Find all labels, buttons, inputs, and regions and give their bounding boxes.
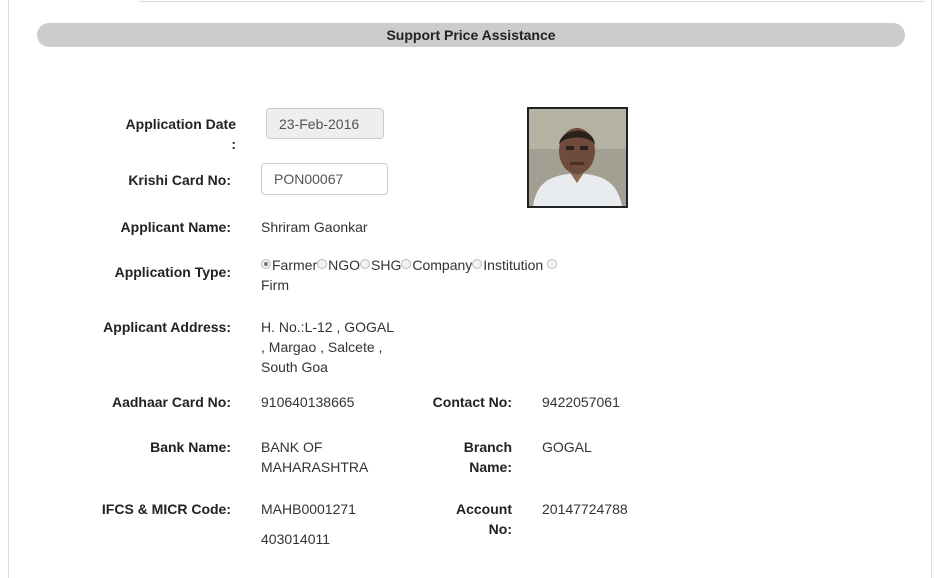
radio-button-icon[interactable] (472, 259, 483, 269)
aadhaar-label: Aadhaar Card No: (111, 394, 231, 410)
ifsc-micr-label: IFCS & MICR Code: (101, 501, 231, 517)
application-type-radio-group: Farmer NGO SHG Company Institution Firm (261, 255, 601, 295)
radio-option-institution[interactable]: Institution (472, 257, 558, 273)
application-type-label: Application Type: (114, 264, 231, 280)
applicant-name-label: Applicant Name: (120, 219, 231, 235)
radio-option-ngo[interactable]: NGO (317, 257, 360, 273)
account-no-label: Account No: (456, 501, 512, 537)
account-no-value: 20147724788 (542, 501, 628, 517)
bank-name-label: Bank Name: (150, 439, 231, 455)
application-date-label: Application Date : (125, 116, 236, 152)
applicant-name-value: Shriram Gaonkar (261, 219, 368, 235)
applicant-address-label: Applicant Address: (103, 319, 231, 335)
radio-button-icon[interactable] (317, 259, 328, 269)
applicant-address-value: H. No.:L-12 , GOGAL , Margao , Salcete ,… (261, 319, 395, 375)
radio-button-icon[interactable] (360, 259, 371, 269)
radio-option-shg[interactable]: SHG (360, 257, 401, 273)
contact-value: 9422057061 (542, 394, 620, 410)
branch-name-label: Branch Name: (463, 439, 512, 475)
applicant-photo (527, 107, 628, 208)
section-title: Support Price Assistance (386, 27, 556, 43)
krishi-card-field[interactable]: PON00067 (261, 163, 388, 195)
radio-button-icon[interactable] (261, 259, 271, 269)
radio-option-firm[interactable]: Firm (261, 277, 289, 293)
ifsc-value: MAHB0001271 (261, 501, 356, 517)
application-date-field[interactable]: 23-Feb-2016 (266, 108, 384, 139)
krishi-card-label: Krishi Card No: (128, 172, 231, 188)
applicant-photo-image (529, 109, 626, 206)
bank-name-value: BANK OF MAHARASHTRA (261, 439, 369, 475)
branch-name-value: GOGAL (542, 439, 592, 455)
section-header: Support Price Assistance (37, 23, 905, 47)
aadhaar-value: 910640138665 (261, 394, 355, 410)
radio-option-company[interactable]: Company (401, 257, 472, 273)
micr-value: 403014011 (261, 531, 331, 547)
radio-option-farmer[interactable]: Farmer (261, 257, 317, 273)
tab-strip (140, 0, 924, 2)
radio-button-icon[interactable] (547, 259, 558, 269)
radio-button-icon[interactable] (401, 259, 412, 269)
contact-label: Contact No: (432, 394, 512, 410)
